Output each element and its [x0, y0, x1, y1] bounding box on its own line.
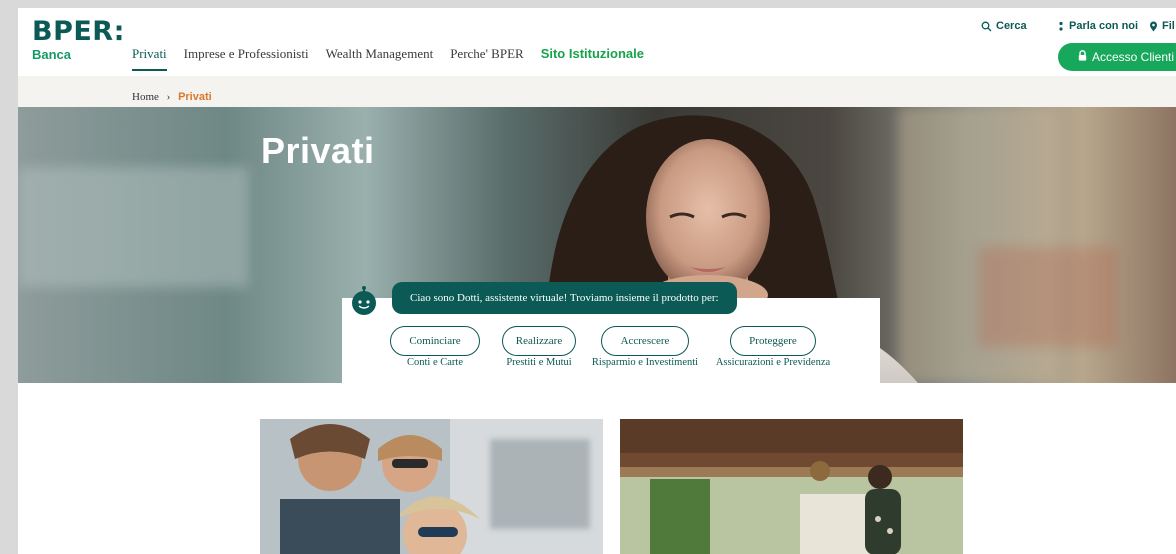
breadcrumb: Home › Privati	[132, 91, 212, 103]
promo-image-friends[interactable]	[260, 419, 603, 554]
promo-image-home[interactable]	[620, 419, 963, 554]
branches-link[interactable]: Fil	[1149, 20, 1175, 32]
breadcrumb-separator: ›	[166, 91, 171, 103]
branches-label: Fil	[1162, 20, 1175, 32]
option-proteggere-button[interactable]: Proteggere	[730, 326, 816, 356]
search-icon	[981, 21, 992, 32]
option-realizzare-caption: Prestiti e Mutui	[506, 357, 572, 368]
breadcrumb-current: Privati	[178, 91, 212, 103]
location-pin-icon	[1149, 21, 1158, 32]
access-clienti-label: Accesso Clienti	[1092, 50, 1175, 64]
option-realizzare-button[interactable]: Realizzare	[502, 326, 576, 356]
option-proteggere-caption: Assicurazioni e Previdenza	[715, 357, 831, 368]
search-label: Cerca	[996, 20, 1027, 32]
site-header: BPER: Banca Privati Imprese e Profession…	[18, 8, 1176, 76]
nav-item-wealth-management[interactable]: Wealth Management	[326, 46, 434, 71]
nav-item-perche-bper[interactable]: Perche' BPER	[450, 46, 523, 71]
logo[interactable]: BPER:	[32, 18, 125, 45]
nav-item-privati[interactable]: Privati	[132, 46, 167, 71]
option-cominciare-caption: Conti e Carte	[407, 357, 463, 368]
option-accrescere-caption: Risparmio e Investimenti	[591, 357, 699, 368]
page: BPER: Banca Privati Imprese e Profession…	[18, 8, 1176, 554]
chat-icon	[1057, 21, 1065, 32]
option-accrescere-button[interactable]: Accrescere	[601, 326, 689, 356]
contact-label: Parla con noi	[1069, 20, 1139, 32]
robot-avatar-icon	[350, 285, 378, 315]
nav-item-imprese[interactable]: Imprese e Professionisti	[184, 46, 309, 71]
logo-subtitle: Banca	[32, 47, 72, 62]
page-title: Privati	[261, 130, 375, 171]
access-clienti-button[interactable]: Accesso Clienti	[1058, 43, 1176, 71]
main-nav: Privati Imprese e Professionisti Wealth …	[132, 46, 661, 71]
assistant-message: Ciao sono Dotti, assistente virtuale! Tr…	[392, 282, 737, 314]
option-cominciare-button[interactable]: Cominciare	[390, 326, 480, 356]
lock-icon	[1078, 50, 1087, 64]
breadcrumb-home[interactable]: Home	[132, 91, 159, 103]
nav-item-sito-istituzionale[interactable]: Sito Istituzionale	[541, 46, 644, 71]
contact-link[interactable]: Parla con noi	[1057, 20, 1138, 32]
search-link[interactable]: Cerca	[981, 20, 1027, 32]
